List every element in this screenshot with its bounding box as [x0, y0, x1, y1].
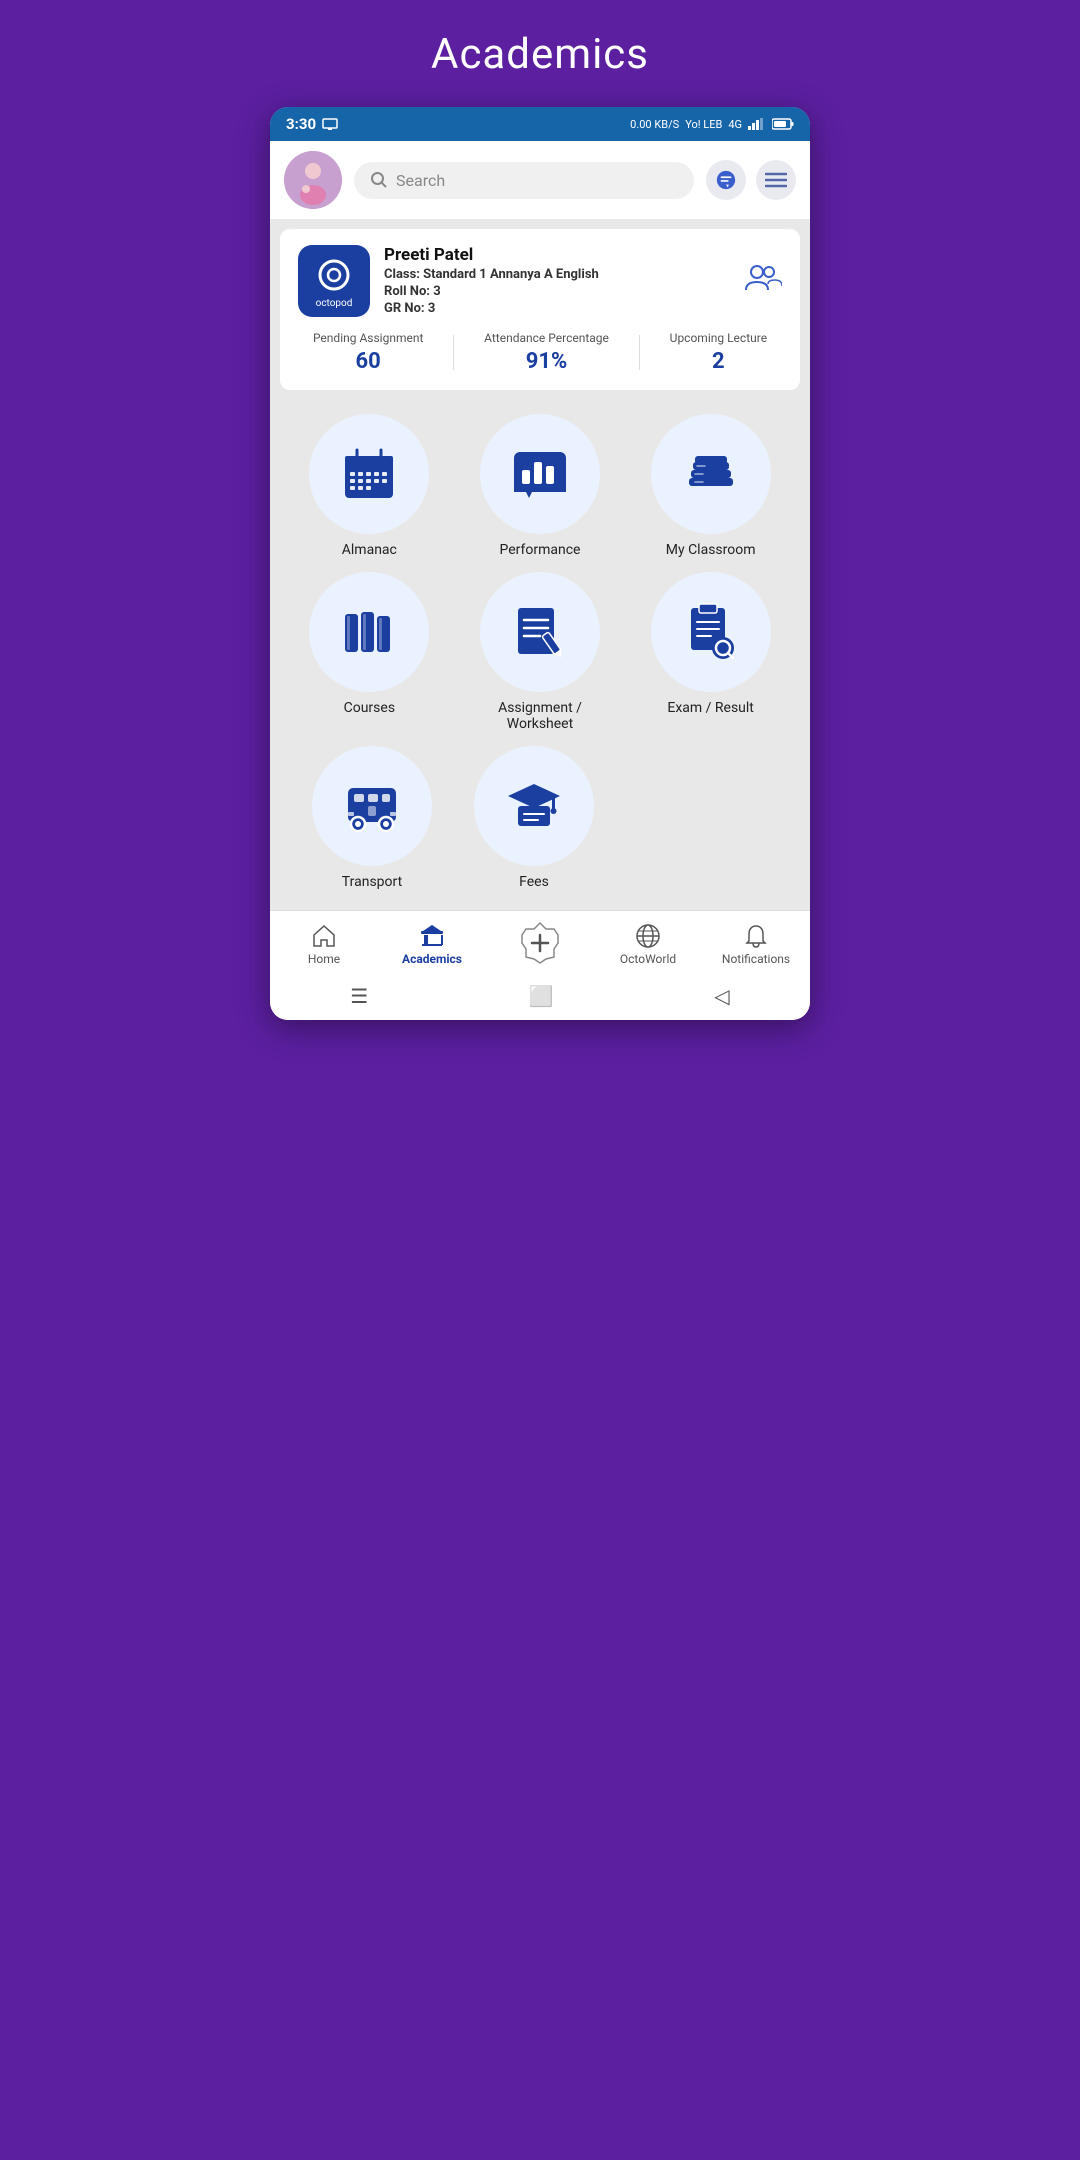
courses-circle [309, 572, 429, 692]
stat-divider-1 [453, 335, 454, 370]
class-detail: Class: Standard 1 Annanya A English [384, 267, 730, 282]
android-home-btn[interactable]: ⬜ [529, 984, 554, 1008]
transport-circle [312, 746, 432, 866]
grid-section: Almanac [270, 400, 810, 910]
stats-row: Pending Assignment 60 Attendance Percent… [298, 317, 782, 380]
network-speed: 0.00 KB/S [630, 118, 679, 131]
home-icon [311, 923, 337, 949]
network-type: 4G [728, 118, 742, 131]
nav-home[interactable]: Home [284, 923, 364, 966]
octopod-logo: octopod [298, 245, 370, 317]
search-bar[interactable]: Search [354, 162, 694, 199]
stat-pending-label: Pending Assignment [313, 331, 423, 345]
academics-icon [419, 923, 445, 949]
menu-icon [765, 171, 787, 189]
exam-circle [651, 572, 771, 692]
grid-row-3: Transport Fees [284, 746, 796, 890]
assignment-circle [480, 572, 600, 692]
fees-icon [502, 774, 566, 838]
carrier: Yo! LEB [685, 118, 722, 131]
grid-item-courses[interactable]: Courses [295, 572, 443, 732]
classroom-label: My Classroom [666, 542, 756, 558]
family-icon[interactable] [744, 260, 782, 302]
grid-item-performance[interactable]: Performance [466, 414, 614, 558]
page-title: Academics [431, 30, 649, 79]
exam-icon [679, 600, 743, 664]
nav-octoworld[interactable]: OctoWorld [608, 923, 688, 966]
menu-button[interactable] [756, 160, 796, 200]
stat-pending: Pending Assignment 60 [313, 331, 423, 374]
performance-circle [480, 414, 600, 534]
search-placeholder: Search [396, 171, 445, 190]
family-svg [744, 260, 782, 298]
stat-attendance-label: Attendance Percentage [484, 331, 609, 345]
grid-item-transport[interactable]: Transport [298, 746, 446, 890]
almanac-icon [337, 442, 401, 506]
stat-attendance: Attendance Percentage 91% [484, 331, 609, 374]
status-bar: 3:30 0.00 KB/S Yo! LEB 4G [270, 107, 810, 141]
stat-divider-2 [639, 335, 640, 370]
performance-icon [508, 442, 572, 506]
nav-academics[interactable]: Academics [392, 923, 472, 966]
nav-plus[interactable] [500, 921, 580, 968]
plus-badge-icon [518, 921, 562, 965]
android-back-btn[interactable]: ◁ [714, 984, 729, 1008]
student-name: Preeti Patel [384, 245, 730, 265]
fees-circle [474, 746, 594, 866]
grid-item-fees[interactable]: Fees [460, 746, 608, 890]
profile-info: Preeti Patel Class: Standard 1 Annanya A… [384, 245, 730, 316]
stat-lecture-label: Upcoming Lecture [670, 331, 767, 345]
stat-attendance-value: 91% [484, 349, 609, 374]
world-icon [635, 923, 661, 949]
octopod-logo-icon [313, 254, 355, 296]
classroom-icon [679, 442, 743, 506]
phone-frame: 3:30 0.00 KB/S Yo! LEB 4G [270, 107, 810, 1020]
nav-octoworld-label: OctoWorld [620, 952, 676, 966]
roll-detail: Roll No: 3 [384, 284, 730, 299]
grid-row-2: Courses As [284, 572, 796, 732]
classroom-circle [651, 414, 771, 534]
nav-notifications-label: Notifications [722, 952, 790, 966]
fees-label: Fees [519, 874, 549, 890]
octopod-text: octopod [316, 298, 353, 309]
almanac-label: Almanac [342, 542, 397, 558]
chat-icon [715, 169, 737, 191]
nav-home-label: Home [308, 952, 340, 966]
stat-pending-value: 60 [313, 349, 423, 374]
screen-icon [322, 118, 338, 130]
status-time: 3:30 [286, 115, 316, 133]
android-nav: ☰ ⬜ ◁ [270, 974, 810, 1020]
transport-icon [340, 774, 404, 838]
battery-icon [772, 118, 794, 130]
grid-item-almanac[interactable]: Almanac [295, 414, 443, 558]
chat-button[interactable] [706, 160, 746, 200]
gr-detail: GR No: 3 [384, 301, 730, 316]
header: Search [270, 141, 810, 219]
profile-card: octopod Preeti Patel Class: Standard 1 A… [280, 229, 800, 390]
grid-item-classroom[interactable]: My Classroom [637, 414, 785, 558]
avatar[interactable] [284, 151, 342, 209]
bell-icon [743, 923, 769, 949]
courses-label: Courses [344, 700, 395, 716]
grid-item-assignment[interactable]: Assignment / Worksheet [466, 572, 614, 732]
courses-icon [337, 600, 401, 664]
transport-label: Transport [342, 874, 402, 890]
nav-academics-label: Academics [402, 952, 462, 966]
exam-label: Exam / Result [667, 700, 754, 716]
performance-label: Performance [499, 542, 580, 558]
bottom-nav: Home Academics [270, 910, 810, 974]
stat-lecture: Upcoming Lecture 2 [670, 331, 767, 374]
signal-icon [748, 118, 766, 130]
android-menu-btn[interactable]: ☰ [350, 984, 368, 1008]
assignment-label: Assignment / Worksheet [466, 700, 614, 732]
grid-row-1: Almanac [284, 414, 796, 558]
header-icons [706, 160, 796, 200]
assignment-icon [508, 600, 572, 664]
nav-notifications[interactable]: Notifications [716, 923, 796, 966]
search-icon [370, 171, 388, 189]
stat-lecture-value: 2 [670, 349, 767, 374]
almanac-circle [309, 414, 429, 534]
grid-item-exam[interactable]: Exam / Result [637, 572, 785, 732]
